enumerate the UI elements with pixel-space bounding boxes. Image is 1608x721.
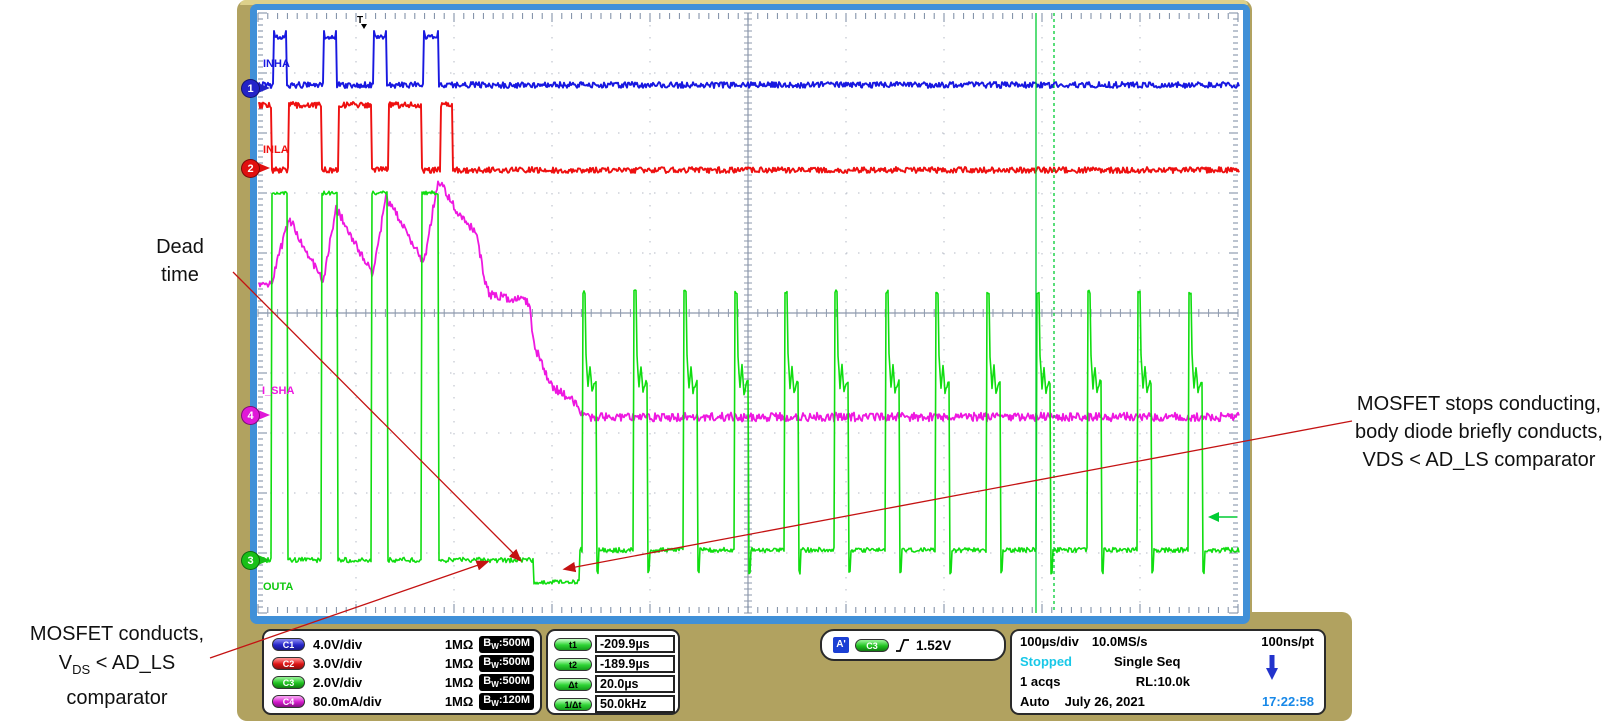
cursor-value-inv-dt: 50.0kHz xyxy=(595,695,675,713)
timebase-row-1: 100µs/div 10.0MS/s 100ns/pt xyxy=(1020,634,1318,654)
annotation-dead-time: Dead time xyxy=(118,233,242,289)
acquisition-count: 1 acqs xyxy=(1020,674,1061,689)
cursor-row-dt: Δt 20.0µs xyxy=(554,674,675,694)
record-length: RL:10.0k xyxy=(1135,674,1190,689)
cursor-badge-t2[interactable]: t2 xyxy=(554,657,592,671)
trigger-a-badge[interactable]: A' xyxy=(833,637,849,653)
channel-badge-c1[interactable]: C1 xyxy=(272,638,305,651)
bandwidth-badge-c2: BW:500M xyxy=(479,654,534,673)
channel-scale-c4: 80.0mA/div xyxy=(313,694,382,709)
timebase-panel: 100µs/div 10.0MS/s 100ns/pt Stopped Sing… xyxy=(1010,629,1326,715)
mosfet-stops-line3: VDS < AD_LS comparator xyxy=(1362,449,1596,471)
mosfet-conducts-line1: MOSFET conducts, xyxy=(29,623,205,645)
bandwidth-badge-c4: BW:120M xyxy=(479,692,534,711)
sample-rate: 10.0MS/s xyxy=(1091,634,1148,649)
timebase-scale: 100µs/div xyxy=(1020,634,1079,649)
channel-badge-c4[interactable]: C4 xyxy=(272,695,305,708)
cursor-readouts-panel: t1 -209.9µs t2 -189.9µs Δt 20.0µs 1/Δt 5… xyxy=(546,629,680,715)
mosfet-conducts-line2: VDS < AD_LS xyxy=(58,652,176,677)
time-label: 17:22:58 xyxy=(1261,694,1314,709)
annotation-mosfet-stops: MOSFET stops conducting, body diode brie… xyxy=(1350,390,1608,474)
cursor-value-t2: -189.9µs xyxy=(595,655,675,673)
sample-resolution: 100ns/pt xyxy=(1261,634,1314,649)
cursor-row-t2: t2 -189.9µs xyxy=(554,654,675,674)
timebase-row-4: Auto July 26, 2021 17:22:58 xyxy=(1020,694,1318,714)
channel-impedance-c4: 1MΩ xyxy=(444,694,474,709)
channel-scale-c1: 4.0V/div xyxy=(313,637,363,652)
cursor-badge-dt[interactable]: Δt xyxy=(554,677,592,691)
trace-label-inla: INLA xyxy=(263,144,289,156)
cursor-badge-inv-dt[interactable]: 1/Δt xyxy=(554,697,592,711)
dead-time-line1: Dead xyxy=(156,236,204,258)
scroll-down-arrow-icon[interactable] xyxy=(1265,653,1279,683)
trace-inla xyxy=(258,101,1240,174)
channel-row-c2: C2 3.0V/div 1MΩ BW:500M xyxy=(272,654,536,673)
trigger-mode: Auto xyxy=(1020,694,1050,709)
cursor-badge-t1[interactable]: t1 xyxy=(554,637,592,651)
trigger-level-value: 1.52V xyxy=(916,637,952,653)
cursor-value-dt: 20.0µs xyxy=(595,675,675,693)
channel-row-c1: C1 4.0V/div 1MΩ BW:500M xyxy=(272,635,536,654)
screenshot-canvas: T INHA INLA I_SHA OUTA 1243 C1 4.0V/div 1MΩ … xyxy=(0,0,1608,721)
trigger-source-badge[interactable]: C3 xyxy=(855,638,889,652)
channel-scale-c2: 3.0V/div xyxy=(313,656,363,671)
dead-time-line2: time xyxy=(161,264,199,286)
channel-row-c3: C3 2.0V/div 1MΩ BW:500M xyxy=(272,673,536,692)
channel-scale-c3: 2.0V/div xyxy=(313,675,363,690)
mosfet-stops-line2: body diode briefly conducts, xyxy=(1355,421,1603,443)
scope-graticule-area: T INHA INLA I_SHA OUTA xyxy=(257,10,1243,616)
trace-outa xyxy=(258,190,1240,585)
cursor-value-t1: -209.9µs xyxy=(595,635,675,653)
acquisition-mode: Single Seq xyxy=(1114,654,1181,669)
trigger-level-arrow[interactable] xyxy=(1208,512,1219,522)
date-label: July 26, 2021 xyxy=(1064,694,1145,709)
channel-badge-c2[interactable]: C2 xyxy=(272,657,305,670)
channel-impedance-c3: 1MΩ xyxy=(444,675,474,690)
trace-label-i_sha: I_SHA xyxy=(262,385,294,397)
bandwidth-badge-c3: BW:500M xyxy=(479,673,534,692)
channel-badge-c3[interactable]: C3 xyxy=(272,676,305,689)
channel-row-c4: C4 80.0mA/div 1MΩ BW:120M xyxy=(272,692,536,711)
bandwidth-badge-c1: BW:500M xyxy=(479,635,534,654)
trace-label-inha: INHA xyxy=(263,58,290,70)
cursor-row-inv-dt: 1/Δt 50.0kHz xyxy=(554,694,675,714)
channel-readouts-panel: C1 4.0V/div 1MΩ BW:500M C2 3.0V/div 1MΩ … xyxy=(262,629,542,715)
trigger-readout-panel: A' C3 1.52V xyxy=(820,629,1006,661)
waveform-plot: TINHAINLAI_SHAOUTA xyxy=(257,12,1240,614)
acquisition-status: Stopped xyxy=(1020,654,1072,669)
channel-marker-4[interactable]: 4 xyxy=(241,406,260,425)
rising-edge-slope-icon xyxy=(896,638,909,652)
cursor-row-t1: t1 -209.9µs xyxy=(554,634,675,654)
trace-label-outa: OUTA xyxy=(263,581,293,593)
channel-marker-1[interactable]: 1 xyxy=(241,79,260,98)
mosfet-stops-line1: MOSFET stops conducting, xyxy=(1356,393,1602,415)
channel-marker-2[interactable]: 2 xyxy=(241,159,260,178)
annotation-mosfet-conducts: MOSFET conducts, VDS < AD_LS comparator xyxy=(0,620,234,713)
mosfet-conducts-line3: comparator xyxy=(66,687,168,709)
channel-marker-3[interactable]: 3 xyxy=(241,551,260,570)
channel-impedance-c1: 1MΩ xyxy=(444,637,474,652)
channel-impedance-c2: 1MΩ xyxy=(444,656,474,671)
